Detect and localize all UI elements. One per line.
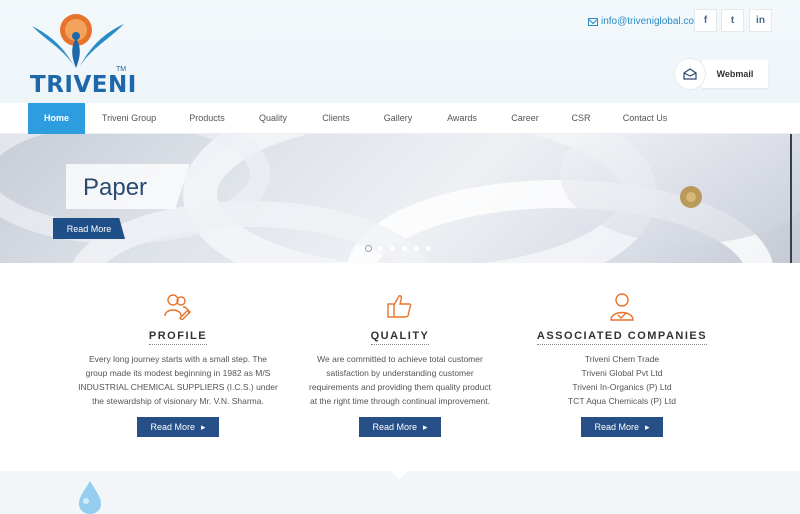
next-section xyxy=(0,462,800,514)
triveni-logo[interactable]: TRIVENI TM xyxy=(28,8,138,100)
company-link[interactable]: Triveni Chem Trade xyxy=(512,352,732,366)
slider-dot-4[interactable] xyxy=(402,246,407,251)
profile-read-more-button[interactable]: Read More ▸ xyxy=(137,417,219,437)
feature-title: QUALITY xyxy=(290,330,510,345)
feature-description: We are committed to achieve total custom… xyxy=(309,354,491,406)
slider-dot-6[interactable] xyxy=(426,246,431,251)
arrow-right-icon: ▸ xyxy=(201,421,206,432)
email-address: info@triveniglobal.com xyxy=(601,16,703,27)
arrow-right-icon: ▸ xyxy=(645,421,650,432)
slider-dot-1[interactable] xyxy=(366,246,371,251)
nav-clients[interactable]: Clients xyxy=(312,103,360,134)
envelope-icon xyxy=(588,17,598,26)
slide-read-more-button[interactable]: Read More xyxy=(53,218,125,239)
users-icon xyxy=(163,292,191,325)
features-section: PROFILE Every long journey starts with a… xyxy=(0,263,800,471)
twitter-button[interactable]: t xyxy=(721,9,744,32)
feature-title: PROFILE xyxy=(68,330,288,345)
feature-description: Every long journey starts with a small s… xyxy=(78,354,278,406)
slider-pagination xyxy=(366,246,431,251)
webmail-icon xyxy=(674,58,706,90)
nav-quality[interactable]: Quality xyxy=(248,103,298,134)
company-link[interactable]: TCT Aqua Chemicals (P) Ltd xyxy=(512,394,732,408)
nav-awards[interactable]: Awards xyxy=(436,103,488,134)
webmail-button[interactable]: Webmail xyxy=(674,58,768,90)
webmail-label: Webmail xyxy=(702,60,768,88)
feature-title: ASSOCIATED COMPANIES xyxy=(512,330,732,345)
linkedin-icon: in xyxy=(756,15,765,26)
nav-triveni-group[interactable]: Triveni Group xyxy=(92,103,166,134)
main-navigation: Home Triveni Group Products Quality Clie… xyxy=(0,103,800,134)
logo-wordmark: TRIVENI xyxy=(30,72,137,98)
header: TRIVENI TM info@triveniglobal.com f t in… xyxy=(0,0,800,103)
water-drop-icon xyxy=(79,481,101,514)
user-check-icon xyxy=(609,292,635,327)
email-link[interactable]: info@triveniglobal.com xyxy=(588,16,702,27)
companies-read-more-button[interactable]: Read More ▸ xyxy=(581,417,663,437)
nav-career[interactable]: Career xyxy=(501,103,549,134)
nav-products[interactable]: Products xyxy=(178,103,236,134)
nav-contact-us[interactable]: Contact Us xyxy=(614,103,676,134)
nav-csr[interactable]: CSR xyxy=(563,103,599,134)
thumbs-up-icon xyxy=(385,292,413,325)
facebook-button[interactable]: f xyxy=(694,9,717,32)
arrow-right-icon: ▸ xyxy=(423,421,428,432)
company-link[interactable]: Triveni Global Pvt Ltd xyxy=(512,366,732,380)
company-link[interactable]: Triveni In-Organics (P) Ltd xyxy=(512,380,732,394)
twitter-icon: t xyxy=(730,15,735,26)
nav-home[interactable]: Home xyxy=(28,103,85,134)
slide-title: Paper xyxy=(83,174,148,201)
hero-slider[interactable]: Paper Read More xyxy=(0,134,800,263)
linkedin-button[interactable]: in xyxy=(749,9,772,32)
trademark-mark: TM xyxy=(116,66,127,73)
slider-dot-3[interactable] xyxy=(390,246,395,251)
company-list: Triveni Chem Trade Triveni Global Pvt Lt… xyxy=(512,352,732,408)
nav-gallery[interactable]: Gallery xyxy=(374,103,422,134)
quality-read-more-button[interactable]: Read More ▸ xyxy=(359,417,441,437)
slider-dot-5[interactable] xyxy=(414,246,419,251)
slider-dot-2[interactable] xyxy=(378,246,383,251)
facebook-icon: f xyxy=(703,15,708,26)
